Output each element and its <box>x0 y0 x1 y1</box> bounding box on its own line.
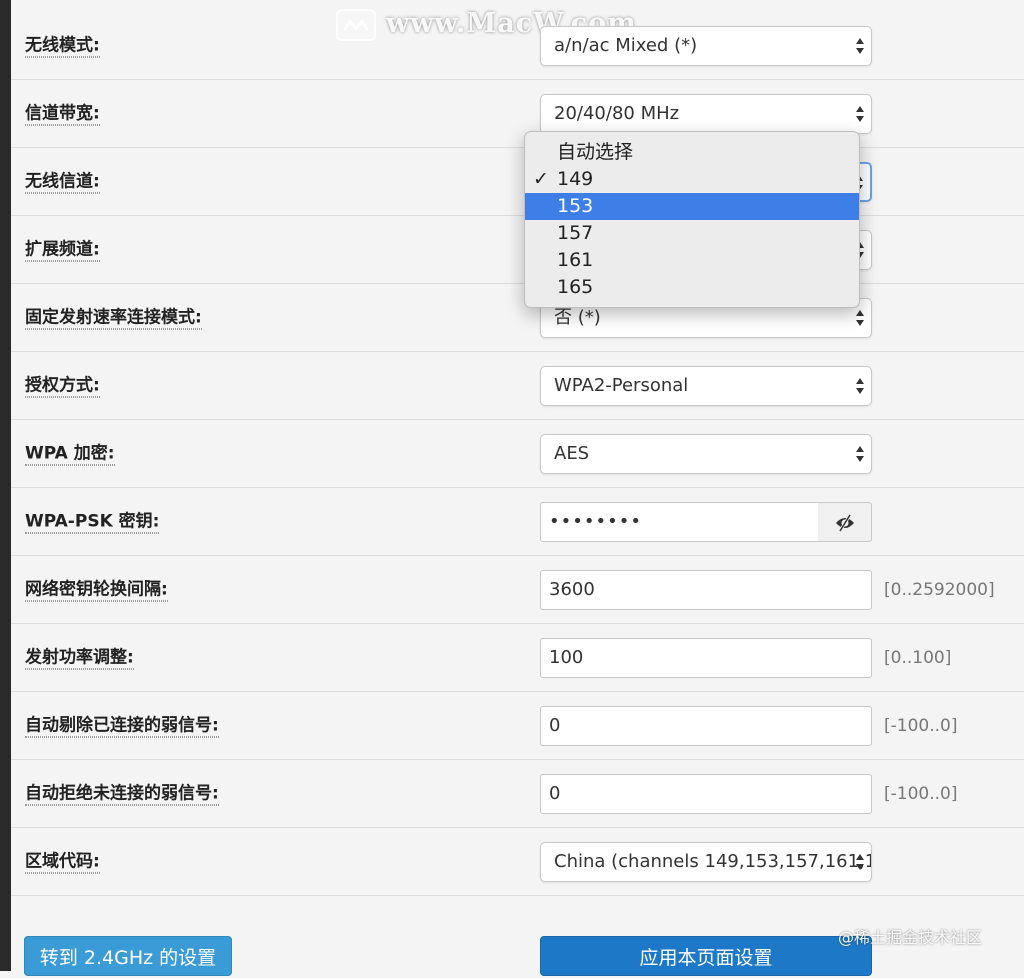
select-arrows-icon <box>856 309 864 326</box>
checkmark-icon: ✓ <box>533 168 549 190</box>
label-channel-bandwidth: 信道带宽: <box>25 103 100 125</box>
eye-slash-icon <box>836 513 854 532</box>
select-value: AES <box>554 442 590 464</box>
option-label: 149 <box>557 168 594 190</box>
apply-settings-button[interactable]: 应用本页面设置 <box>540 936 872 976</box>
channel-option-153[interactable]: 153 <box>525 193 859 220</box>
label-fixed-rate: 固定发射速率连接模式: <box>25 307 202 329</box>
row-extension-channel: 扩展频道: <box>11 216 1024 284</box>
option-label: 161 <box>557 249 594 271</box>
select-value: a/n/ac Mixed (*) <box>554 34 698 56</box>
range-hint: [0..2592000] <box>884 579 995 600</box>
row-wpa-psk-key: WPA-PSK 密钥: •••••••• <box>11 488 1024 556</box>
select-channel-bandwidth[interactable]: 20/40/80 MHz <box>540 93 872 134</box>
channel-dropdown-menu: 自动选择 ✓ 149 153 157 161 165 <box>524 131 860 308</box>
row-wpa-encryption: WPA 加密: AES <box>11 420 1024 488</box>
row-fixed-rate: 固定发射速率连接模式: 否 (*) <box>11 284 1024 352</box>
row-wireless-channel: 无线信道: 149 <box>11 148 1024 216</box>
row-wireless-mode: 无线模式: a/n/ac Mixed (*) <box>11 12 1024 80</box>
select-arrows-icon <box>856 445 864 462</box>
tx-power-input[interactable]: 100 <box>540 637 872 678</box>
label-wireless-mode: 无线模式: <box>25 35 100 57</box>
row-channel-bandwidth: 信道带宽: 20/40/80 MHz <box>11 80 1024 148</box>
row-reject-weak-unconnected: 自动拒绝未连接的弱信号: 0 [-100..0] <box>11 760 1024 828</box>
select-wireless-mode[interactable]: a/n/ac Mixed (*) <box>540 25 872 66</box>
row-kick-weak-connected: 自动剔除已连接的弱信号: 0 [-100..0] <box>11 692 1024 760</box>
reject-weak-unconnected-input[interactable]: 0 <box>540 773 872 814</box>
select-arrows-icon <box>856 105 864 122</box>
row-auth-method: 授权方式: WPA2-Personal <box>11 352 1024 420</box>
select-arrows-icon <box>856 377 864 394</box>
watermark-juejin: @稀土掘金技术社区 <box>838 928 983 947</box>
label-auth-method: 授权方式: <box>25 375 100 397</box>
label-tx-power: 发射功率调整: <box>25 647 134 669</box>
label-wpa-encryption: WPA 加密: <box>25 443 115 465</box>
kick-weak-connected-input[interactable]: 0 <box>540 705 872 746</box>
range-hint: [0..100] <box>884 647 952 668</box>
row-tx-power: 发射功率调整: 100 [0..100] <box>11 624 1024 692</box>
label-region-code: 区域代码: <box>25 851 100 873</box>
select-auth-method[interactable]: WPA2-Personal <box>540 365 872 406</box>
label-extension-channel: 扩展频道: <box>25 239 100 261</box>
channel-option-165[interactable]: 165 <box>525 274 859 301</box>
label-reject-weak-unconnected: 自动拒绝未连接的弱信号: <box>25 783 219 805</box>
row-key-rotation: 网络密钥轮换间隔: 3600 [0..2592000] <box>11 556 1024 624</box>
select-arrows-icon <box>856 853 864 870</box>
select-value: 否 (*) <box>554 306 601 328</box>
password-field[interactable]: •••••••• <box>540 501 819 542</box>
range-hint: [-100..0] <box>884 715 958 736</box>
option-label: 153 <box>557 195 594 217</box>
select-value: WPA2-Personal <box>554 374 689 396</box>
window-edge <box>0 0 11 971</box>
option-label: 157 <box>557 222 594 244</box>
row-region-code: 区域代码: China (channels 149,153,157,161,16… <box>11 828 1024 896</box>
channel-option-auto[interactable]: 自动选择 <box>525 139 859 166</box>
label-wpa-psk-key: WPA-PSK 密钥: <box>25 511 160 533</box>
label-kick-weak-connected: 自动剔除已连接的弱信号: <box>25 715 219 737</box>
select-region-code[interactable]: China (channels 149,153,157,161,165) <box>540 841 872 882</box>
toggle-password-button[interactable] <box>818 501 872 542</box>
channel-option-149[interactable]: ✓ 149 <box>525 166 859 193</box>
channel-option-157[interactable]: 157 <box>525 220 859 247</box>
select-value: 20/40/80 MHz <box>554 102 680 124</box>
range-hint: [-100..0] <box>884 783 958 804</box>
key-rotation-input[interactable]: 3600 <box>540 569 872 610</box>
label-key-rotation: 网络密钥轮换间隔: <box>25 579 168 601</box>
switch-24ghz-button[interactable]: 转到 2.4GHz 的设置 <box>24 936 232 976</box>
select-value: China (channels 149,153,157,161,165) <box>554 850 872 872</box>
channel-option-161[interactable]: 161 <box>525 247 859 274</box>
option-label: 自动选择 <box>557 141 634 163</box>
select-arrows-icon <box>856 37 864 54</box>
option-label: 165 <box>557 276 594 298</box>
select-wpa-encryption[interactable]: AES <box>540 433 872 474</box>
label-wireless-channel: 无线信道: <box>25 171 100 193</box>
